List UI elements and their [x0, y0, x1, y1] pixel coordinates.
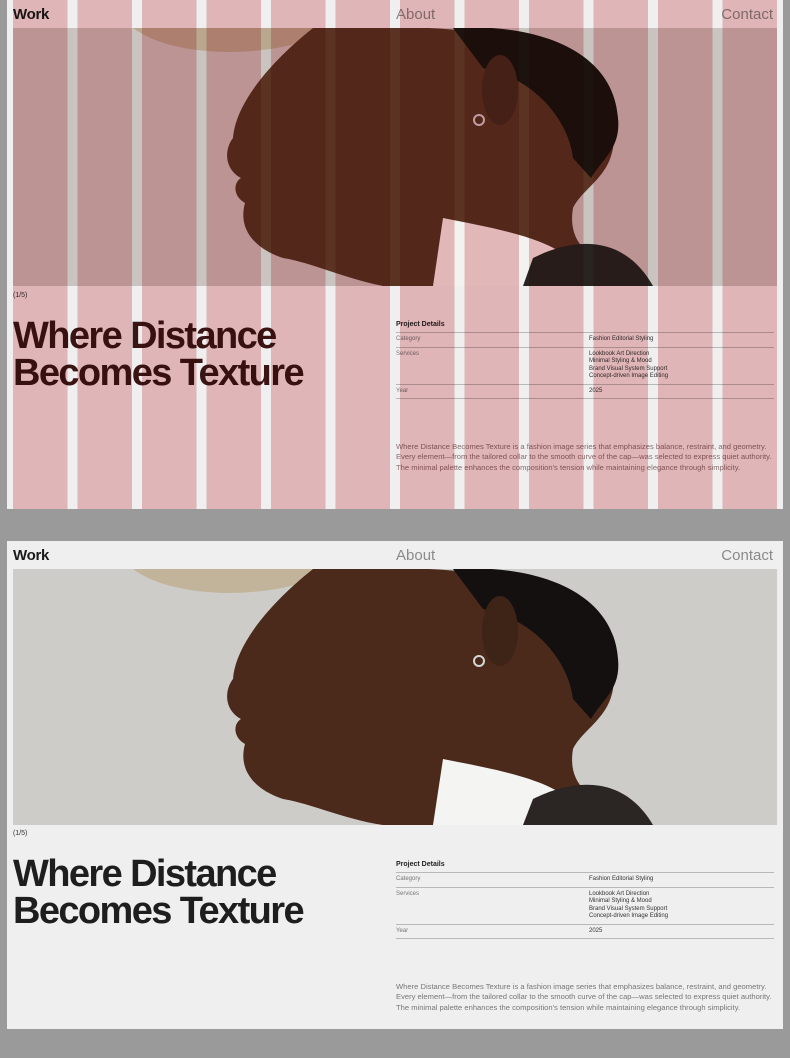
details-value: Lookbook Art Direction Minimal Styling &…	[589, 890, 669, 920]
page-title: Where Distance Becomes Texture	[13, 853, 305, 932]
project-details: Project Details Category Fashion Editori…	[396, 861, 774, 939]
nav-work-link[interactable]: Work	[13, 6, 49, 23]
nav-about-link[interactable]: About	[396, 6, 435, 23]
details-label: Year	[396, 927, 409, 934]
top-navigation: Work About Contact	[7, 541, 783, 569]
project-details-title: Project Details	[396, 861, 445, 868]
project-description: Where Distance Becomes Texture is a fash…	[396, 442, 772, 472]
final-layout: Work About Contact (1/5) Where Distance …	[7, 541, 783, 1029]
details-label: Services	[396, 350, 420, 357]
details-row-year: Year 2025	[396, 383, 774, 399]
portrait-photo-icon	[13, 28, 777, 286]
hero-photo	[13, 569, 777, 825]
details-row-services: Services Lookbook Art Direction Minimal …	[396, 886, 774, 924]
grid-overlay-layout-preview: Work About Contact (1/5) Where Distance …	[7, 0, 783, 509]
title-line-1: Where Distance	[13, 853, 277, 895]
project-details: Project Details Category Fashion Editori…	[396, 321, 774, 399]
title-line-2: Becomes Texture	[13, 890, 305, 932]
top-navigation: Work About Contact	[7, 0, 783, 28]
details-value: Fashion Editorial Styling	[589, 336, 654, 342]
details-row-year: Year 2025	[396, 923, 774, 939]
nav-contact-link[interactable]: Contact	[721, 547, 773, 564]
details-label: Category	[396, 336, 421, 342]
details-value: Fashion Editorial Styling	[589, 876, 654, 882]
details-label: Year	[396, 387, 409, 394]
page-title: Where Distance Becomes Texture	[13, 315, 305, 394]
hero-photo	[13, 28, 777, 286]
details-row-category: Category Fashion Editorial Styling	[396, 872, 774, 887]
details-row-category: Category Fashion Editorial Styling	[396, 332, 774, 347]
slide-counter: (1/5)	[13, 292, 28, 299]
details-label: Services	[396, 890, 420, 897]
title-line-1: Where Distance	[13, 315, 277, 357]
project-details-title: Project Details	[396, 321, 445, 328]
nav-contact-link[interactable]: Contact	[721, 6, 773, 23]
project-description: Where Distance Becomes Texture is a fash…	[396, 982, 772, 1012]
details-value: 2025	[589, 387, 603, 394]
details-row-services: Services Lookbook Art Direction Minimal …	[396, 346, 774, 384]
title-line-2: Becomes Texture	[13, 352, 305, 394]
details-value: 2025	[589, 927, 603, 934]
portrait-photo-icon	[13, 569, 777, 825]
nav-about-link[interactable]: About	[396, 547, 435, 564]
details-label: Category	[396, 876, 421, 882]
slide-counter: (1/5)	[13, 830, 28, 837]
nav-work-link[interactable]: Work	[13, 547, 49, 564]
details-value: Lookbook Art Direction Minimal Styling &…	[589, 350, 669, 380]
